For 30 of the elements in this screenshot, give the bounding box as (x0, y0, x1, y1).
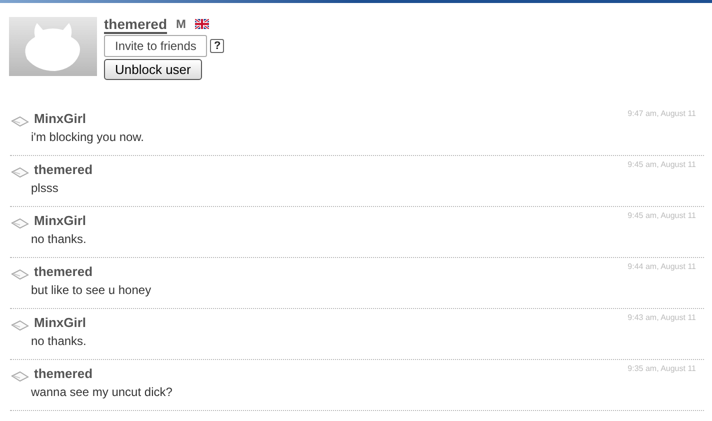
sender-name: MinxGirl (34, 212, 86, 230)
message-time: 9:43 am, August 11 (628, 312, 696, 324)
sender-name: MinxGirl (34, 314, 86, 332)
sender-name: themered (34, 161, 93, 179)
message-time: 9:45 am, August 11 (628, 159, 696, 171)
message-time: 9:45 am, August 11 (628, 210, 696, 222)
message-text: wanna see my uncut dick? (30, 384, 174, 400)
unblock-button[interactable]: Unblock user (104, 59, 202, 80)
gender-label: M (176, 16, 186, 33)
message-icon (10, 318, 30, 332)
message-time: 9:47 am, August 11 (628, 108, 696, 120)
sender-name: MinxGirl (34, 110, 86, 128)
username-link[interactable]: themered (104, 14, 168, 34)
message-icon (10, 368, 30, 383)
message-icon (10, 216, 30, 230)
message-icon (10, 114, 30, 128)
message-text: i'm blocking you now. (30, 128, 146, 144)
invite-button[interactable]: Invite to friends (104, 35, 208, 57)
sender-name: themered (34, 263, 93, 281)
message-text: but like to see u honey (30, 282, 152, 298)
help-button[interactable]: ? (210, 39, 224, 53)
message-icon (10, 164, 30, 179)
message-time: 9:44 am, August 11 (628, 261, 696, 273)
message-time: 9:35 am, August 11 (628, 363, 696, 375)
flag-icon (195, 19, 210, 29)
message-text: no thanks. (30, 332, 88, 348)
message-text: no thanks. (30, 230, 88, 246)
message-text: plsss (30, 180, 60, 196)
sender-name: themered (34, 365, 93, 383)
message-icon (10, 266, 30, 281)
